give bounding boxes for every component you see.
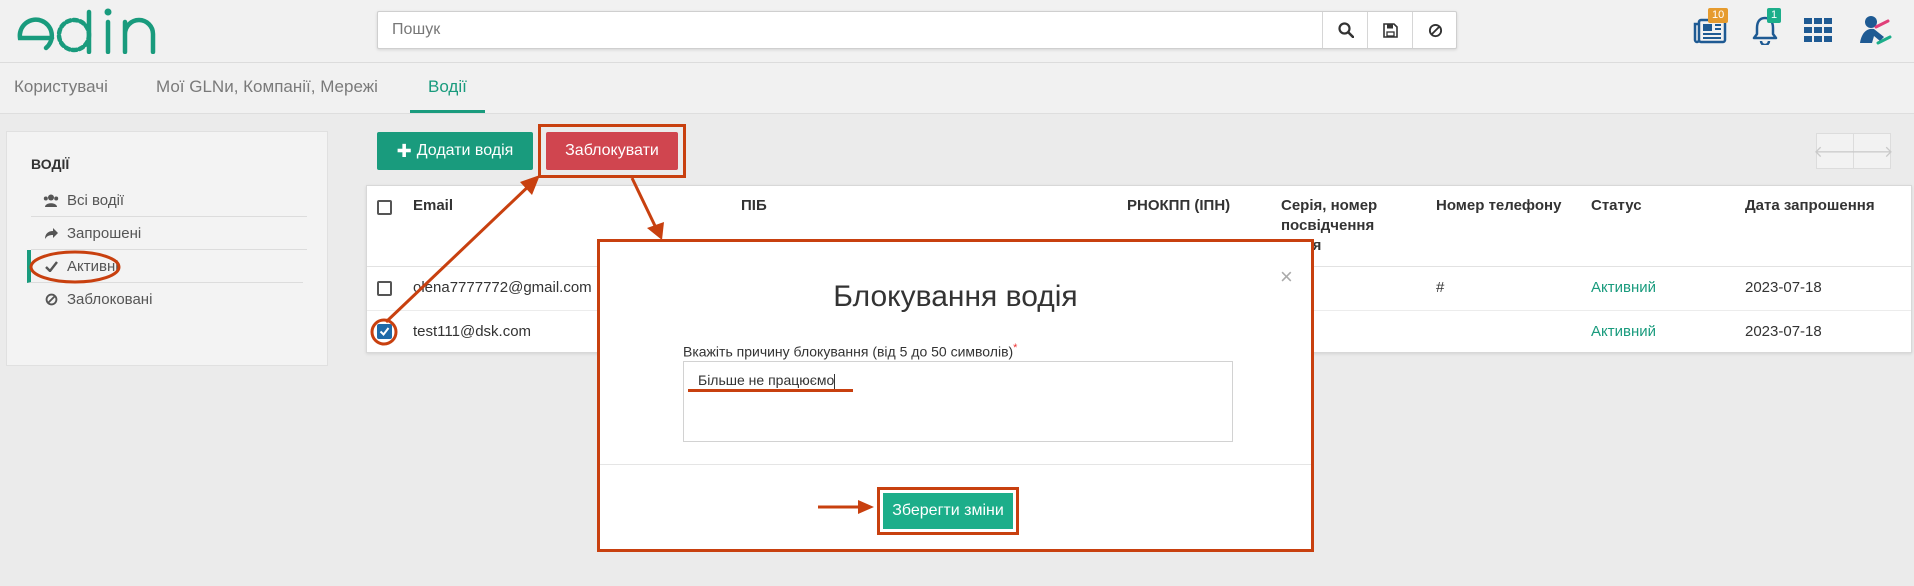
text-cursor xyxy=(834,373,836,389)
ban-icon xyxy=(1428,23,1443,37)
modal-divider xyxy=(600,464,1311,465)
annotation-arrow xyxy=(818,500,874,514)
column-header-email[interactable]: Email xyxy=(413,196,453,216)
top-header: 10 1 xyxy=(0,0,1914,63)
next-page-button[interactable]: 🡒 xyxy=(1850,133,1894,169)
drivers-sidebar: ВОДІЇ Всі водії Запрошені Активні Заблок… xyxy=(6,131,328,366)
search-icon xyxy=(1337,22,1354,38)
block-label: Заблокувати xyxy=(565,142,659,159)
tab-drivers[interactable]: Водії xyxy=(410,63,485,113)
sidebar-item-invited[interactable]: Запрошені xyxy=(31,217,307,250)
ban-icon xyxy=(41,293,61,306)
news-count-badge: 10 xyxy=(1708,8,1729,23)
column-header-date[interactable]: Дата запрошення xyxy=(1745,196,1875,216)
notifications-button[interactable]: 1 xyxy=(1747,8,1783,48)
column-header-pib[interactable]: ПІБ xyxy=(741,196,767,216)
search-input[interactable] xyxy=(378,12,1346,48)
column-header-phone[interactable]: Номер телефону xyxy=(1436,196,1561,216)
annotation-circle xyxy=(370,318,398,346)
edin-logo[interactable] xyxy=(16,8,160,54)
row-date: 2023-07-18 xyxy=(1745,279,1822,296)
row-phone: # xyxy=(1436,279,1445,296)
notifications-count-badge: 1 xyxy=(1767,8,1782,23)
search-button[interactable] xyxy=(1322,12,1368,48)
sidebar-item-all-drivers[interactable]: Всі водії xyxy=(31,184,307,217)
save-changes-button[interactable]: Зберегти зміни xyxy=(877,487,1019,535)
modal-title: Блокування водія xyxy=(833,280,1078,313)
reason-value: Більше не працюємо xyxy=(698,372,835,388)
grid-icon xyxy=(1804,18,1832,42)
arrow-right-icon: 🡒 xyxy=(1850,143,1894,161)
reason-label-text: Вкажіть причину блокування (від 5 до 50 … xyxy=(683,343,1014,360)
row-status: Активний xyxy=(1591,279,1656,296)
share-icon xyxy=(41,227,61,240)
select-all-checkbox[interactable] xyxy=(377,200,392,215)
column-header-rnokpp[interactable]: РНОКПП (ІПН) xyxy=(1127,196,1230,216)
prev-page-button[interactable]: 🡐 xyxy=(1814,133,1856,169)
sidebar-title: ВОДІЇ xyxy=(31,156,70,172)
block-button[interactable]: Заблокувати xyxy=(546,132,678,170)
user-avatar-icon xyxy=(1860,16,1892,45)
floppy-icon xyxy=(1383,22,1398,38)
search-bar xyxy=(377,11,1457,49)
row-email: test111@dsk.com xyxy=(413,323,532,340)
sidebar-item-label: Заблоковані xyxy=(67,291,153,308)
add-driver-label: Додати водія xyxy=(416,142,514,159)
row-email: olena7777772@gmail.com xyxy=(413,279,592,296)
column-header-status[interactable]: Статус xyxy=(1591,196,1642,216)
annotation-underline xyxy=(688,389,853,392)
reason-label: Вкажіть причину блокування (від 5 до 50 … xyxy=(683,342,1017,360)
close-icon[interactable]: × xyxy=(1280,264,1293,290)
row-date: 2023-07-18 xyxy=(1745,323,1822,340)
row-status: Активний xyxy=(1591,323,1656,340)
save-search-button[interactable] xyxy=(1367,12,1413,48)
sidebar-item-label: Всі водії xyxy=(67,191,125,209)
plus-icon: ✚ xyxy=(396,140,412,161)
sidebar-item-blocked[interactable]: Заблоковані xyxy=(31,283,307,316)
add-driver-button[interactable]: ✚ Додати водія xyxy=(377,132,533,170)
annotation-ellipse xyxy=(29,250,121,284)
user-menu-button[interactable] xyxy=(1853,12,1893,48)
reason-textarea[interactable]: Більше не працюємо xyxy=(683,361,1233,442)
news-button[interactable]: 10 xyxy=(1690,8,1730,48)
sidebar-item-label: Запрошені xyxy=(67,224,142,242)
tab-glns-companies-networks[interactable]: Мої GLNи, Компанії, Мережі xyxy=(156,63,378,111)
row-checkbox[interactable] xyxy=(377,281,392,296)
required-mark: * xyxy=(1013,342,1018,354)
tabs-bar: Користувачі Мої GLNи, Компанії, Мережі В… xyxy=(0,63,1914,114)
block-driver-modal: Блокування водія × Вкажіть причину блоку… xyxy=(597,239,1314,552)
users-icon xyxy=(41,194,61,207)
clear-search-button[interactable] xyxy=(1412,12,1458,48)
tab-users[interactable]: Користувачі xyxy=(14,63,108,111)
apps-button[interactable] xyxy=(1802,16,1834,44)
